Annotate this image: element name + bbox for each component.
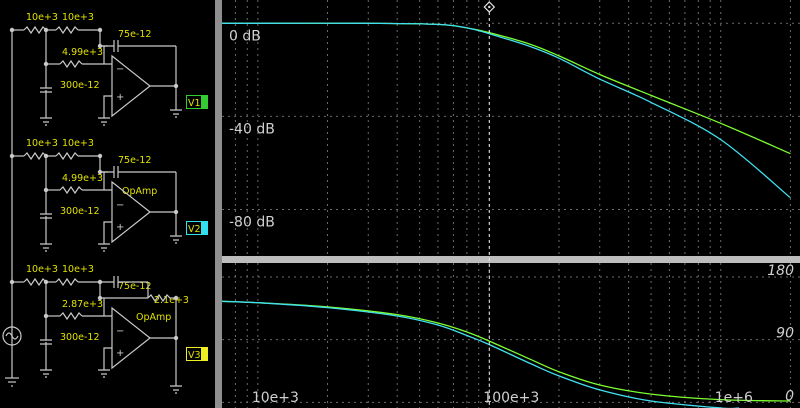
amp-label: OpAmp [136, 312, 171, 323]
r1-label: 10e+3 [26, 264, 58, 275]
trace-series-1 [222, 300, 791, 402]
frequency-tick-label: 1e+6 [715, 390, 753, 406]
trace-series-2 [222, 22, 791, 199]
phase-grid [222, 263, 800, 408]
probe-v1[interactable]: V1 [186, 95, 208, 109]
amp-label: OpAmp [122, 186, 157, 197]
r2-label: 10e+3 [62, 12, 94, 23]
svg-text:+: + [116, 222, 124, 233]
filter-stage-3[interactable]: 10e+3 10e+3 75e-12 2.1e+3 2.87e+3 300e-1… [9, 264, 189, 394]
frequency-tick-label: 100e+3 [483, 390, 539, 406]
resistor-2 [55, 277, 79, 287]
r1-label: 10e+3 [26, 138, 58, 149]
svg-text:+: + [116, 92, 124, 103]
filter-stage-1[interactable]: 10e+3 10e+3 75e-12 4.99e+3 300e-12 − + [9, 12, 182, 126]
plot-splitter[interactable] [222, 256, 800, 263]
probe-label: V3 [188, 350, 201, 361]
svg-text:+: + [116, 348, 124, 359]
cap-feedback [113, 276, 119, 288]
r-mid-label: 4.99e+3 [62, 47, 103, 58]
cap-gnd-label: 300e-12 [60, 80, 100, 91]
probe-v2[interactable]: V2 [186, 221, 208, 235]
bode-plot-area[interactable]: 0 dB -40 dB -80 dB 180 90 0 10e+3 100e+3 1e+6 [222, 0, 800, 408]
probe-label: V1 [188, 98, 201, 109]
magnitude-tick-label: 0 dB [229, 28, 261, 44]
phase-tick-label: 90 [776, 326, 794, 342]
svg-text:−: − [116, 64, 124, 75]
cap-fb-label: 75e-12 [118, 155, 151, 166]
cap-gnd-label: 300e-12 [60, 206, 100, 217]
trace-series-1 [222, 22, 791, 155]
resistor-mid [59, 185, 83, 195]
filter-stage-2[interactable]: 10e+3 10e+3 75e-12 4.99e+3 300e-12 OpAmp… [9, 138, 182, 252]
diamond-cursor-icon[interactable] [483, 1, 496, 13]
resistor-mid [59, 59, 83, 69]
resistor-2 [55, 151, 79, 161]
r1-label: 10e+3 [26, 12, 58, 23]
panel-splitter[interactable] [215, 0, 222, 408]
resistor-1 [23, 151, 47, 161]
frequency-tick-label: 10e+3 [252, 390, 299, 406]
r2-label: 10e+3 [62, 264, 94, 275]
ground-symbol [5, 377, 19, 387]
svg-text:−: − [116, 200, 124, 211]
magnitude-tick-label: -40 dB [229, 121, 275, 137]
magnitude-tick-label: -80 dB [229, 214, 275, 230]
cap-fb-label: 75e-12 [118, 281, 151, 292]
probe-label: V2 [188, 224, 201, 235]
svg-text:−: − [116, 326, 124, 337]
resistor-2 [55, 25, 79, 35]
cap-fb-label: 75e-12 [118, 29, 151, 40]
phase-tick-label: 180 [767, 263, 794, 279]
cap-gnd-label: 300e-12 [60, 332, 100, 343]
magnitude-traces [222, 22, 791, 199]
resistor-1 [23, 25, 47, 35]
cap-feedback [113, 40, 119, 52]
r2-label: 10e+3 [62, 138, 94, 149]
resistor-1 [23, 277, 47, 287]
r-fb-label: 2.1e+3 [154, 295, 189, 306]
cap-feedback [113, 166, 119, 178]
phase-tick-label: 0 [785, 388, 794, 404]
magnitude-axis-labels: 0 dB -40 dB -80 dB [229, 28, 275, 230]
resistor-mid [59, 311, 83, 321]
r-mid-label: 2.87e+3 [62, 299, 103, 310]
schematic-panel[interactable]: 10e+3 10e+3 75e-12 4.99e+3 300e-12 − + V… [0, 0, 215, 408]
r-mid-label: 4.99e+3 [62, 173, 103, 184]
probe-v3[interactable]: V3 [186, 347, 208, 361]
trace-series-2 [222, 300, 740, 408]
